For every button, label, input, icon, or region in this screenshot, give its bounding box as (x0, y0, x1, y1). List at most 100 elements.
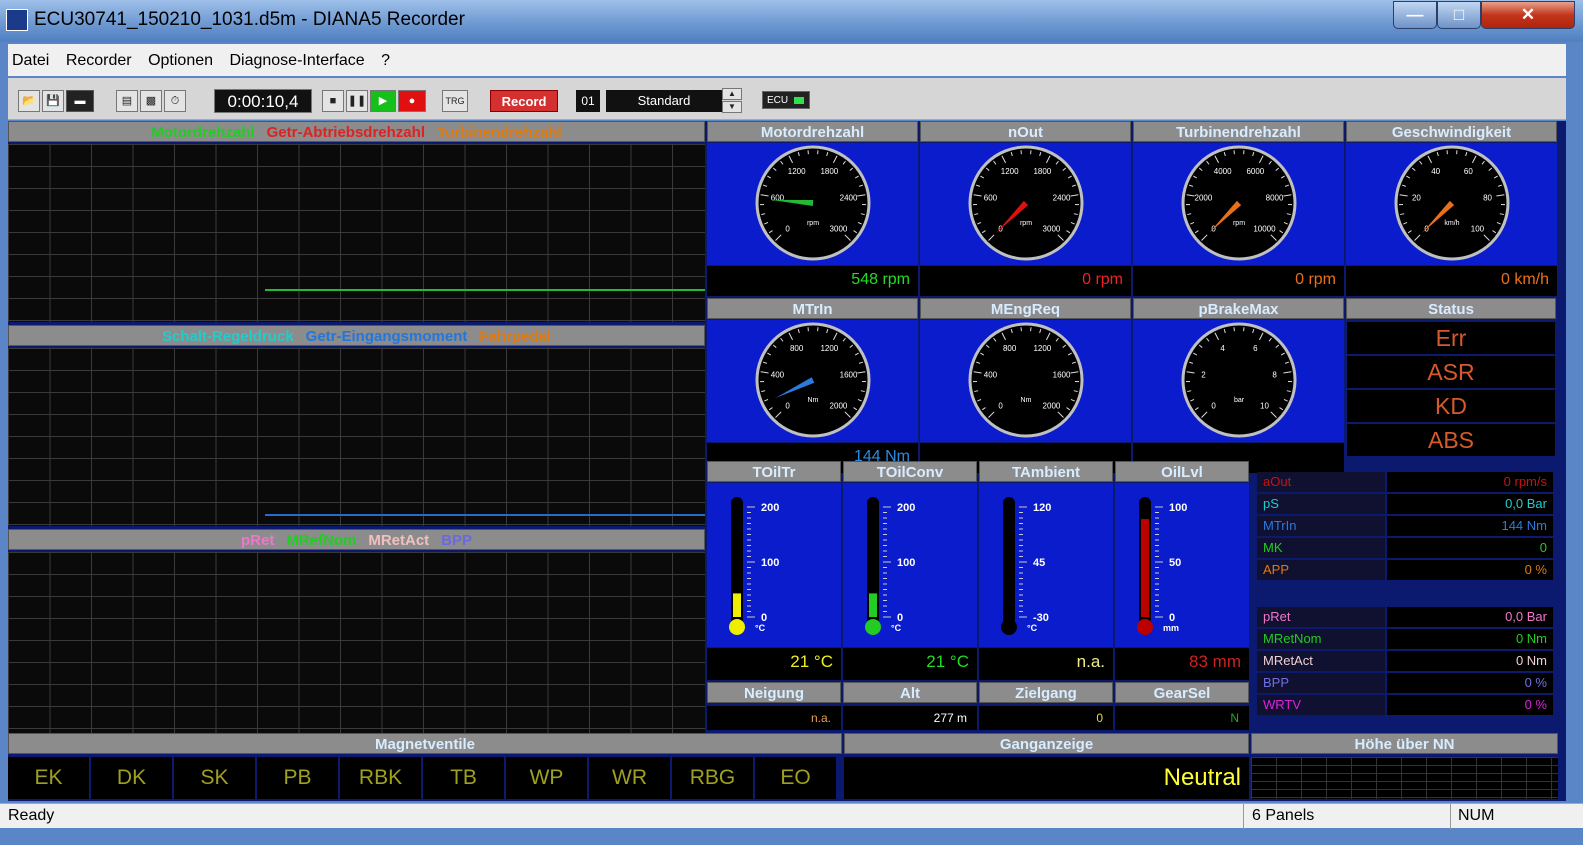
thermo-tick-label: 200 (761, 502, 779, 514)
app-icon (6, 9, 28, 31)
gauge-tick-label: 8000 (1265, 193, 1283, 202)
menu-diagnose-interface[interactable]: Diagnose-Interface (229, 52, 364, 70)
gauge-title: nOut (920, 121, 1131, 142)
gauge-tick-label: 100 (1470, 224, 1484, 233)
legend-entry: BPP (441, 532, 473, 549)
gauge-title: Motordrehzahl (707, 121, 918, 142)
menu-optionen[interactable]: Optionen (148, 52, 213, 70)
graph-plot-0[interactable] (8, 144, 705, 322)
valve-tb: TB (423, 757, 505, 799)
gauge-title: pBrakeMax (1133, 298, 1344, 319)
valve-rbk: RBK (340, 757, 422, 799)
value-reading: 0 (1387, 538, 1553, 558)
menu-help[interactable]: ? (381, 52, 390, 70)
thermometer: 100500mm (1137, 497, 1187, 635)
thermo-readout: 21 °C (843, 648, 977, 680)
small-panel-value: 0 (979, 706, 1113, 730)
gauge-tick-label: 2 (1201, 370, 1206, 379)
value-name: MRetAct (1257, 651, 1385, 671)
spin-down-icon[interactable]: ▼ (722, 101, 742, 113)
close-button[interactable]: ✕ (1481, 1, 1575, 29)
gauge-tick-label: 4 (1220, 344, 1225, 353)
valve-wp: WP (506, 757, 588, 799)
thermo-readout: 21 °C (707, 648, 841, 680)
gauge-dial: 020406080100km/h (1394, 145, 1509, 261)
menu-recorder[interactable]: Recorder (66, 52, 132, 70)
timer-icon[interactable]: ⏱ (164, 90, 186, 112)
small-panel-title: GearSel (1115, 682, 1249, 703)
thermo-tick-label: 120 (1033, 502, 1051, 514)
small-panel-title: Zielgang (979, 682, 1113, 703)
legend-entry: pRet (240, 532, 275, 549)
gear-display: Neutral (844, 757, 1249, 799)
gauge-dial: 0200040006000800010000rpm (1181, 145, 1296, 261)
open-icon[interactable]: 📂 (18, 90, 40, 112)
valve-dk: DK (91, 757, 173, 799)
thermo-tick-label: 100 (761, 557, 779, 569)
gauge-readout: 0 rpm (1133, 266, 1344, 296)
trigger-button[interactable]: TRG (442, 90, 468, 112)
gauge-unit: km/h (1444, 220, 1459, 227)
graph-plot-2[interactable] (8, 552, 705, 754)
gauge-dial: 06001200180024003000rpm (968, 145, 1083, 261)
workspace: Motordrehzahl Getr-Abtriebsdrehzahl Turbin… (8, 121, 1566, 801)
gauge-tick-label: 60 (1463, 167, 1472, 176)
graph-plot-1[interactable] (8, 348, 705, 526)
screen-icon[interactable]: ▩ (140, 90, 162, 112)
record-dot-button[interactable]: ● (398, 90, 426, 112)
thermometer: 12045-30°C (1001, 497, 1051, 635)
status-kd: KD (1346, 389, 1556, 423)
spin-up-icon[interactable]: ▲ (722, 88, 742, 100)
save-icon[interactable]: 💾 (42, 90, 64, 112)
menu-datei[interactable]: Datei (12, 52, 49, 70)
value-row: BPP 0 % (1257, 673, 1553, 693)
play-button[interactable]: ▶ (370, 90, 396, 112)
gauge-tick-label: 1600 (1052, 370, 1070, 379)
gauge-tick-label: 3000 (829, 224, 847, 233)
thermo-unit: °C (755, 623, 766, 633)
gauge-unit: Nm (1020, 397, 1031, 404)
window-title: ECU30741_150210_1031.d5m - DIANA5 Record… (34, 9, 465, 30)
thermo-title: TOilConv (843, 461, 977, 482)
preset-name[interactable]: Standard (606, 90, 722, 112)
value-row: pRet 0,0 Bar (1257, 607, 1553, 627)
value-row: MRetAct 0 Nm (1257, 651, 1553, 671)
valve-ek: EK (8, 757, 90, 799)
value-name: MRetNom (1257, 629, 1385, 649)
maximize-button[interactable]: □ (1437, 1, 1481, 29)
value-name: BPP (1257, 673, 1385, 693)
status-asr: ASR (1346, 355, 1556, 389)
gauge-tick-label: 400 (770, 370, 784, 379)
status-title: Status (1346, 298, 1556, 319)
altitude-graph[interactable] (1251, 757, 1558, 799)
valve-wr: WR (589, 757, 671, 799)
pause-button[interactable]: ❚❚ (346, 90, 368, 112)
status-separator (1243, 804, 1244, 829)
value-reading: 0,0 Bar (1387, 607, 1553, 627)
magnetventile-title: Magnetventile (8, 733, 842, 754)
thermo-tick-label: 200 (897, 502, 915, 514)
thermo-tick-label: 45 (1033, 557, 1045, 569)
stop-button[interactable]: ■ (322, 90, 344, 112)
thermo-unit: °C (891, 623, 902, 633)
thermo-title: TOilTr (707, 461, 841, 482)
toolbar: 📂 💾 ▬ ▤ ▩ ⏱ 0:00:10,4 ■ ❚❚ ▶ ● TRG Recor… (8, 78, 1566, 120)
document-icon[interactable]: ▤ (116, 90, 138, 112)
status-separator (1450, 804, 1451, 829)
monitor-icon[interactable]: ▬ (66, 90, 94, 112)
record-button[interactable]: Record (490, 90, 558, 112)
value-name: MTrIn (1257, 516, 1385, 536)
thermo-unit: °C (1027, 623, 1038, 633)
valve-rbg: RBG (672, 757, 754, 799)
gauge-tick-label: 0 (785, 401, 790, 410)
gauge-unit: rpm (1019, 220, 1031, 227)
minimize-button[interactable]: — (1393, 1, 1437, 29)
title-bar[interactable]: ECU30741_150210_1031.d5m - DIANA5 Record… (0, 0, 1583, 42)
gauge-unit: rpm (1232, 220, 1244, 227)
value-reading: 0 % (1387, 695, 1553, 715)
thermo-tick-label: 100 (897, 557, 915, 569)
legend-entry: MRetAct (368, 532, 430, 549)
gauge-tick-label: 800 (789, 344, 803, 353)
status-err: Err (1346, 321, 1556, 355)
gauge-unit: rpm (806, 220, 818, 227)
